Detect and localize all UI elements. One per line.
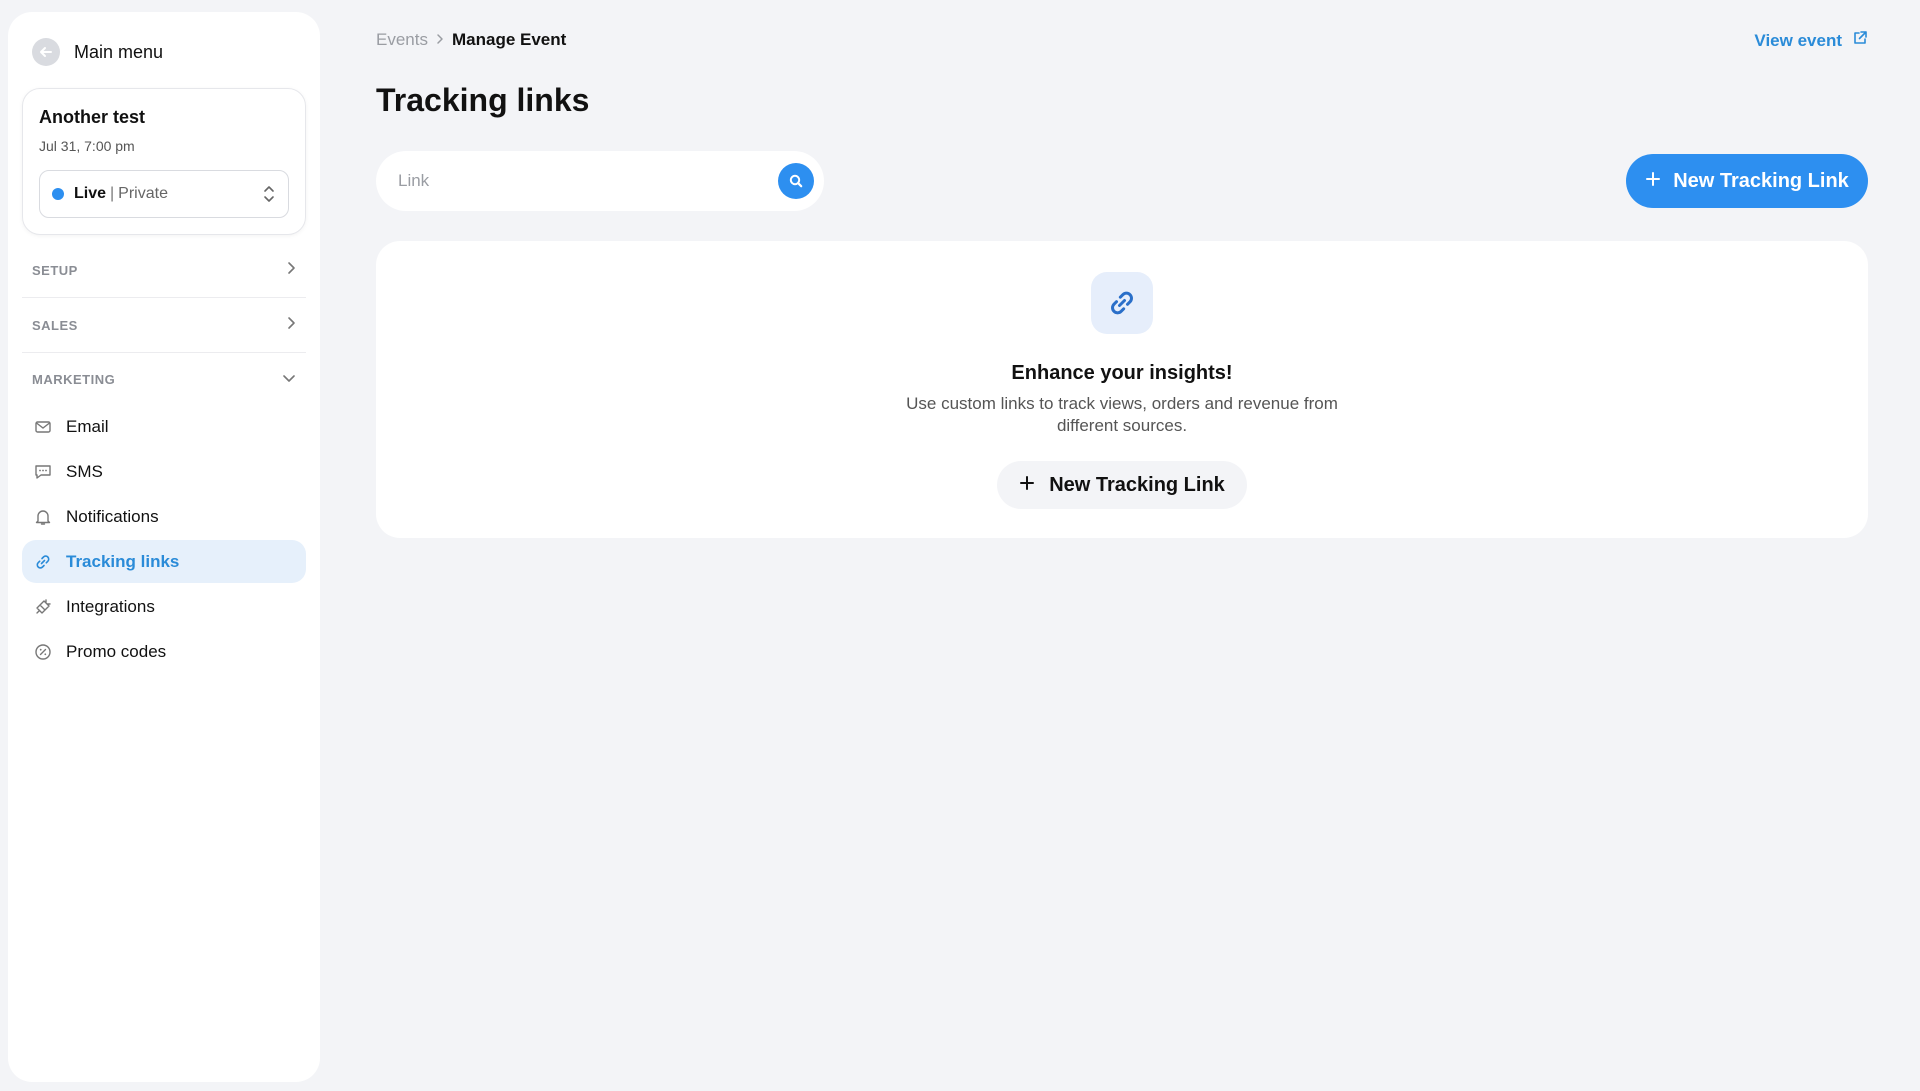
new-tracking-link-button[interactable]: New Tracking Link bbox=[1626, 154, 1868, 208]
empty-state-card: Enhance your insights! Use custom links … bbox=[376, 241, 1868, 538]
chevron-up-down-icon bbox=[262, 184, 276, 204]
status-separator: | bbox=[110, 185, 115, 202]
chat-icon bbox=[34, 463, 52, 481]
sidebar-item-label: Integrations bbox=[66, 596, 155, 616]
search-input[interactable] bbox=[396, 170, 778, 192]
section-setup-label: SETUP bbox=[32, 262, 78, 278]
search-button[interactable] bbox=[778, 163, 814, 199]
sidebar-item-label: Tracking links bbox=[66, 551, 180, 571]
event-card: Another test Jul 31, 7:00 pm Live | Priv… bbox=[22, 88, 306, 235]
main-menu-button[interactable]: Main menu bbox=[22, 34, 306, 70]
discount-badge-icon bbox=[34, 643, 52, 661]
page-title: Tracking links bbox=[376, 82, 590, 118]
back-arrow-icon bbox=[32, 38, 60, 66]
breadcrumb-events-link[interactable]: Events bbox=[376, 30, 428, 50]
section-marketing[interactable]: MARKETING bbox=[22, 353, 306, 405]
view-event-label: View event bbox=[1754, 30, 1842, 50]
bell-icon bbox=[34, 508, 52, 526]
event-date: Jul 31, 7:00 pm bbox=[39, 138, 135, 154]
empty-state-new-link-button[interactable]: New Tracking Link bbox=[997, 461, 1247, 509]
search-icon bbox=[789, 174, 803, 188]
sidebar-item-promo-codes[interactable]: Promo codes bbox=[22, 630, 306, 673]
section-sales-label: SALES bbox=[32, 317, 78, 333]
sidebar-item-label: SMS bbox=[66, 461, 103, 481]
new-tracking-link-label: New Tracking Link bbox=[1673, 169, 1849, 192]
chevron-down-icon bbox=[282, 370, 296, 388]
sidebar-item-integrations[interactable]: Integrations bbox=[22, 585, 306, 628]
status-dot bbox=[52, 188, 64, 200]
chevron-right-icon bbox=[286, 261, 296, 280]
breadcrumb-current: Manage Event bbox=[451, 30, 567, 49]
plus-icon bbox=[1019, 474, 1035, 497]
breadcrumb: Events Manage Event bbox=[376, 30, 566, 50]
link-icon bbox=[1091, 272, 1153, 334]
sidebar-item-sms[interactable]: SMS bbox=[22, 450, 306, 493]
chevron-right-icon bbox=[436, 30, 444, 50]
mail-icon bbox=[34, 418, 52, 436]
event-name: Another test bbox=[39, 107, 146, 127]
plus-icon bbox=[1645, 170, 1661, 193]
sidebar-item-notifications[interactable]: Notifications bbox=[22, 495, 306, 538]
section-sales[interactable]: SALES bbox=[22, 298, 306, 353]
section-marketing-label: MARKETING bbox=[32, 371, 116, 387]
sidebar-item-label: Promo codes bbox=[66, 641, 167, 661]
sidebar-item-email[interactable]: Email bbox=[22, 405, 306, 448]
sidebar-item-tracking-links[interactable]: Tracking links bbox=[22, 540, 306, 583]
event-status-select[interactable]: Live | Private bbox=[39, 170, 289, 218]
empty-state-new-link-label: New Tracking Link bbox=[1049, 473, 1225, 496]
external-link-icon bbox=[1852, 30, 1868, 51]
status-visibility: Private bbox=[118, 185, 168, 202]
search-bar bbox=[376, 151, 824, 211]
plug-icon bbox=[34, 598, 52, 616]
main-menu-label: Main menu bbox=[74, 41, 164, 62]
status-live: Live bbox=[74, 185, 107, 202]
empty-state-description: Use custom links to track views, orders … bbox=[906, 394, 1338, 435]
sidebar-item-label: Email bbox=[66, 416, 109, 436]
sidebar: Main menu Another test Jul 31, 7:00 pm L… bbox=[8, 12, 320, 1082]
link-icon bbox=[34, 553, 52, 571]
section-setup[interactable]: SETUP bbox=[22, 243, 306, 298]
view-event-link[interactable]: View event bbox=[1754, 30, 1868, 51]
empty-state-title: Enhance your insights! bbox=[1011, 362, 1233, 384]
chevron-right-icon bbox=[286, 316, 296, 335]
sidebar-item-label: Notifications bbox=[66, 506, 159, 526]
